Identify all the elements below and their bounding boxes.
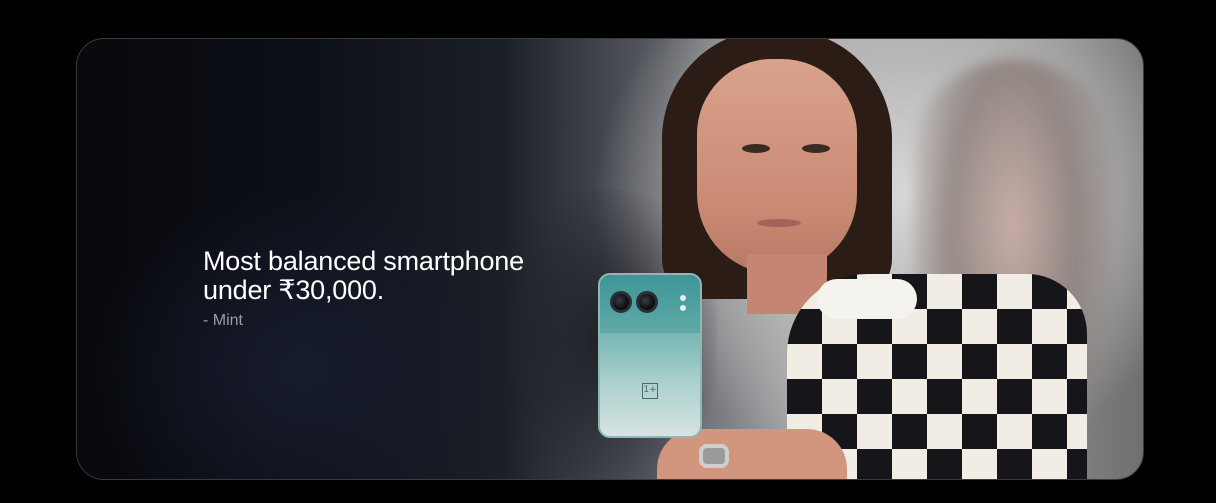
camera-lens-icon	[610, 291, 632, 313]
mouth	[757, 219, 801, 227]
headline-line-1: Most balanced smartphone	[203, 246, 524, 276]
headline-line-2: under ₹30,000.	[203, 275, 385, 305]
right-eye	[802, 144, 830, 153]
model-face	[697, 59, 857, 274]
flash-icon	[680, 295, 686, 301]
shirt-collar	[817, 279, 917, 319]
banner-caption: Most balanced smartphone under ₹30,000. …	[203, 247, 623, 330]
ring-icon	[699, 444, 729, 468]
headline: Most balanced smartphone under ₹30,000.	[203, 247, 623, 305]
quote-source: - Mint	[203, 312, 243, 329]
flash-icon	[680, 305, 686, 311]
page: Most balanced smartphone under ₹30,000. …	[0, 0, 1216, 503]
camera-lens-icon	[636, 291, 658, 313]
model-photo	[637, 39, 1087, 479]
left-eye	[742, 144, 770, 153]
smartphone-image: 1+	[598, 273, 702, 438]
camera-module	[600, 275, 700, 333]
oneplus-logo-icon: 1+	[642, 383, 658, 399]
